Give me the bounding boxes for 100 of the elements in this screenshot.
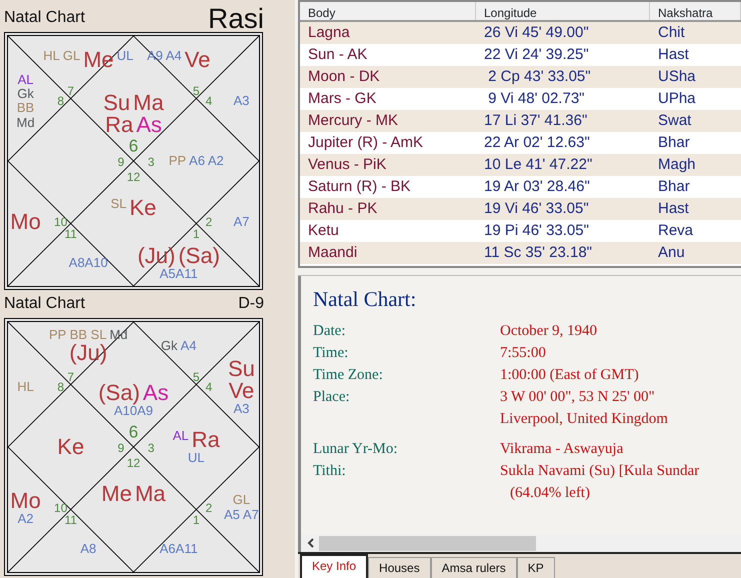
point-label: A3 [233, 402, 250, 416]
house-number: 8 [57, 381, 64, 394]
table-cell-text: 2 Cp 43' 33.05" [487, 66, 592, 87]
table-cell-text: Ketu [307, 220, 340, 241]
table-cell-text: 9 Vi 48' 02.73" [487, 88, 586, 109]
house-number: 6 [128, 424, 138, 441]
info-title: Natal Chart: [313, 286, 418, 313]
table-cell-text: Swat [657, 110, 692, 131]
point-label: A6 A2 [189, 154, 224, 169]
planet-label: Ve [228, 380, 254, 402]
table-cell-text: 19 Vi 46' 33.05" [483, 198, 590, 219]
point-label: A4 [180, 338, 196, 353]
planet-label: As [142, 382, 169, 404]
point-label: A10A9 [114, 404, 154, 418]
table-cell-text: Jupiter (R) - AmK [307, 132, 424, 153]
table-cell-text: Chit [657, 22, 686, 43]
info-value: 3 W 00' 00", 53 N 25' 00" [500, 388, 656, 406]
planet-label: Ke [129, 196, 156, 219]
house-number: 3 [148, 442, 154, 454]
table-cell-text: 19 Pi 46' 33.05" [483, 220, 590, 241]
info-value: Liverpool, United Kingdom [500, 410, 668, 428]
tab[interactable]: Key Info [300, 554, 368, 578]
table-cell-text: 22 Ar 02' 12.63" [483, 132, 591, 153]
planet-label: Ra [105, 114, 134, 136]
column-header: Nakshatra [650, 2, 741, 20]
info-value: Sukla Navami (Su) [Kula Sundar [500, 462, 700, 480]
house-number: 8 [57, 95, 64, 108]
house-number: 12 [126, 170, 140, 183]
info-label: Date: [313, 322, 346, 340]
table-cell-text: Saturn (R) - BK [307, 176, 412, 197]
tab[interactable]: Houses [368, 556, 431, 578]
planet-label: Su [228, 358, 255, 380]
chart-title: Natal Chart [4, 8, 85, 28]
planet-label: Su [103, 92, 130, 114]
table-cell-text: 17 Li 37' 41.36" [483, 110, 588, 131]
house-number: 11 [64, 514, 77, 526]
planet-label: Mo [10, 210, 41, 233]
house-number: 4 [205, 381, 212, 394]
info-value: 1:00:00 (East of GMT) [500, 366, 639, 384]
table-cell-text: 19 Ar 03' 28.46" [483, 176, 591, 197]
planet-label: Me [101, 482, 132, 505]
splitter-bar[interactable] [298, 268, 741, 276]
point-label: HL [17, 380, 34, 394]
house-number: 2 [205, 502, 212, 514]
table-cell-text: 11 Sc 35' 23.18" [483, 242, 593, 263]
table-cell-text: Moon - DK [307, 66, 381, 87]
table-cell-text: Magh [657, 154, 697, 175]
chart-name: D-9 [238, 294, 264, 314]
planet-label: (Sa) [178, 244, 220, 267]
point-label: PP [168, 154, 186, 169]
house-number: 5 [192, 371, 200, 384]
table-cell-text: Rahu - PK [307, 198, 378, 219]
chart-name: Rasi [208, 5, 264, 33]
table-cell-text: UPha [657, 88, 697, 109]
point-label: A8 [80, 542, 96, 556]
planet-label: Me [83, 48, 114, 71]
chart-title: Natal Chart [4, 294, 85, 314]
point-label: BB [16, 101, 34, 116]
table-cell-text: USha [657, 66, 697, 87]
point-label: A7 [233, 214, 250, 229]
house-number: 10 [54, 216, 68, 228]
point-label: A8A10 [68, 256, 108, 270]
table-cell-text: Venus - PiK [307, 154, 388, 175]
point-label: GL [232, 493, 250, 508]
house-number: 7 [67, 371, 74, 384]
table-cell-text: Hast [657, 198, 690, 219]
info-label: Time Zone: [313, 366, 384, 384]
point-label: Md [16, 116, 35, 130]
info-label: Place: [313, 388, 351, 406]
planet-label: As [136, 114, 162, 136]
column-header: Body [300, 2, 476, 20]
house-number: 6 [128, 138, 138, 155]
tab[interactable]: Amsa rulers [430, 556, 517, 578]
table-cell-text: Mars - GK [307, 88, 378, 109]
point-label: A7 [242, 508, 259, 522]
tab[interactable]: KP [516, 556, 555, 578]
house-number: 5 [192, 85, 200, 98]
table-cell-text: Bhar [657, 176, 691, 197]
house-number: 3 [148, 156, 154, 168]
scroll-left-icon[interactable] [307, 538, 315, 548]
planet-label: Mo [10, 490, 41, 512]
scrollbar-thumb[interactable] [319, 536, 536, 550]
table-cell-text: Reva [657, 220, 694, 241]
house-number: 2 [205, 216, 212, 228]
point-label: SL [110, 196, 126, 213]
info-value: Vikrama - Aswayuja [500, 440, 624, 458]
info-label: Lunar Yr-Mo: [313, 440, 399, 458]
table-cell-text: 22 Vi 24' 39.25" [483, 44, 590, 65]
info-value: October 9, 1940 [500, 322, 598, 340]
planet-label: Ma [133, 92, 164, 114]
house-number: 10 [54, 502, 68, 514]
planet-label: Ra [192, 429, 220, 452]
column-header: Longitude [476, 2, 650, 20]
house-number: 9 [118, 156, 124, 168]
table-cell-text: Bhar [657, 132, 691, 153]
house-number: 9 [118, 442, 124, 454]
house-number: 4 [205, 95, 212, 108]
house-number: 1 [192, 514, 200, 526]
point-label: PP BB SL [48, 328, 107, 342]
point-label: UL [188, 451, 205, 466]
